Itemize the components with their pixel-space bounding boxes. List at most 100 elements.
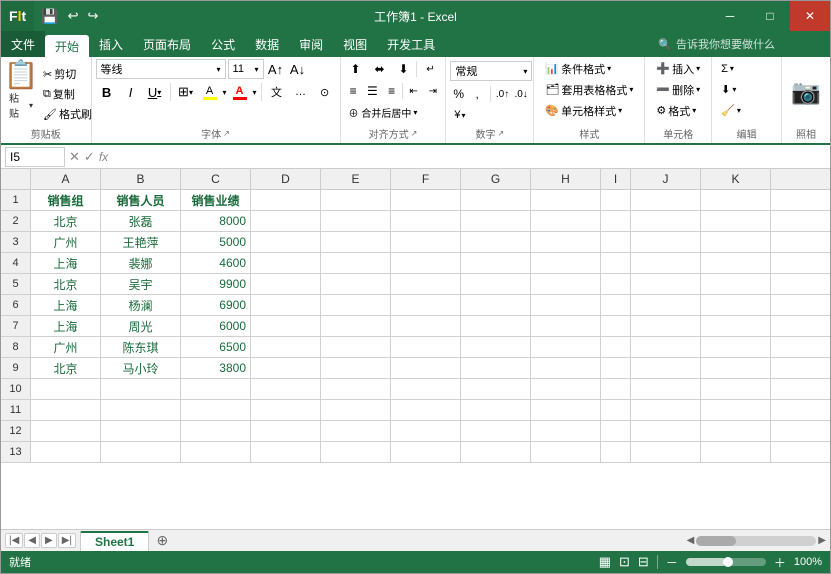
spreadsheet-cell[interactable]: [391, 274, 461, 294]
align-right-btn[interactable]: ≡: [383, 81, 400, 101]
spreadsheet-cell[interactable]: [531, 295, 601, 315]
delete-cells-btn[interactable]: ➖删除▾: [649, 80, 707, 99]
spreadsheet-cell[interactable]: [461, 253, 531, 273]
spreadsheet-cell[interactable]: [251, 421, 321, 441]
spreadsheet-cell[interactable]: 6000: [181, 316, 251, 336]
number-group-expand[interactable]: ↗: [498, 129, 505, 138]
spreadsheet-cell[interactable]: [601, 274, 631, 294]
camera-btn[interactable]: 📷: [786, 73, 826, 112]
add-sheet-btn[interactable]: ⊕: [152, 531, 172, 551]
align-center-btn[interactable]: ☰: [364, 81, 381, 101]
spreadsheet-cell[interactable]: 裴娜: [101, 253, 181, 273]
cancel-formula-icon[interactable]: ✕: [69, 149, 80, 165]
spreadsheet-cell[interactable]: [631, 190, 701, 210]
spreadsheet-cell[interactable]: [701, 274, 771, 294]
tab-file[interactable]: 文件: [1, 31, 45, 57]
spreadsheet-cell[interactable]: [101, 421, 181, 441]
spreadsheet-cell[interactable]: [251, 274, 321, 294]
row-number[interactable]: 2: [1, 211, 31, 231]
spreadsheet-cell[interactable]: [701, 232, 771, 252]
spreadsheet-cell[interactable]: [251, 337, 321, 357]
spreadsheet-cell[interactable]: [701, 211, 771, 231]
spreadsheet-cell[interactable]: [531, 274, 601, 294]
sheet-scroll-prev[interactable]: ◀: [24, 533, 40, 548]
confirm-formula-icon[interactable]: ✓: [84, 149, 95, 165]
row-number[interactable]: 1: [1, 190, 31, 210]
spreadsheet-cell[interactable]: [701, 316, 771, 336]
conditional-format-btn[interactable]: 📊条件格式▾: [540, 59, 638, 78]
tab-data[interactable]: 数据: [245, 31, 289, 57]
undo-quick-btn[interactable]: ↩: [65, 6, 82, 26]
spreadsheet-cell[interactable]: 8000: [181, 211, 251, 231]
cut-button[interactable]: ✂ 剪切: [39, 65, 96, 83]
align-top-btn[interactable]: ⬆: [345, 59, 367, 79]
spreadsheet-cell[interactable]: [461, 316, 531, 336]
spreadsheet-cell[interactable]: [321, 337, 391, 357]
col-header-E[interactable]: E: [321, 169, 391, 189]
border-button[interactable]: ⊞▾: [175, 81, 197, 103]
spreadsheet-cell[interactable]: [531, 421, 601, 441]
redo-quick-btn[interactable]: ↪: [84, 6, 101, 26]
spreadsheet-cell[interactable]: [251, 295, 321, 315]
row-number[interactable]: 5: [1, 274, 31, 294]
table-format-btn[interactable]: 🗂套用表格格式▾: [540, 80, 638, 99]
more-font-btn[interactable]: …: [290, 81, 312, 103]
spreadsheet-cell[interactable]: [531, 442, 601, 462]
view-layout-btn[interactable]: ⊡: [619, 554, 630, 570]
sheet-scroll-next[interactable]: ▶: [41, 533, 57, 548]
col-header-A[interactable]: A: [31, 169, 101, 189]
spreadsheet-cell[interactable]: 6500: [181, 337, 251, 357]
spreadsheet-cell[interactable]: [631, 274, 701, 294]
spreadsheet-cell[interactable]: [531, 190, 601, 210]
cell-reference-box[interactable]: I5: [5, 147, 65, 167]
spreadsheet-cell[interactable]: [251, 232, 321, 252]
wrap-text-btn[interactable]: ↵: [419, 59, 441, 79]
spreadsheet-cell[interactable]: [461, 400, 531, 420]
spreadsheet-cell[interactable]: [391, 400, 461, 420]
spreadsheet-cell[interactable]: 9900: [181, 274, 251, 294]
spreadsheet-cell[interactable]: [321, 295, 391, 315]
row-number[interactable]: 4: [1, 253, 31, 273]
spreadsheet-cell[interactable]: [701, 400, 771, 420]
spreadsheet-cell[interactable]: 周光: [101, 316, 181, 336]
spreadsheet-cell[interactable]: [31, 421, 101, 441]
row-number[interactable]: 10: [1, 379, 31, 399]
font-size-dropdown[interactable]: 11 ▾: [228, 59, 264, 79]
ribbon-search-box[interactable]: 告诉我你想要做什么: [676, 36, 775, 52]
spreadsheet-cell[interactable]: [321, 442, 391, 462]
col-header-J[interactable]: J: [631, 169, 701, 189]
formula-input[interactable]: [112, 147, 826, 167]
spreadsheet-cell[interactable]: [601, 358, 631, 378]
zoom-slider[interactable]: [686, 558, 766, 566]
spreadsheet-cell[interactable]: [601, 400, 631, 420]
spreadsheet-cell[interactable]: [391, 295, 461, 315]
view-break-btn[interactable]: ⊟: [638, 554, 649, 570]
spreadsheet-cell[interactable]: [701, 442, 771, 462]
maximize-btn[interactable]: □: [750, 1, 790, 31]
tab-formulas[interactable]: 公式: [201, 31, 245, 57]
spreadsheet-cell[interactable]: [461, 421, 531, 441]
spreadsheet-cell[interactable]: [531, 316, 601, 336]
spreadsheet-cell[interactable]: [461, 232, 531, 252]
row-number[interactable]: 13: [1, 442, 31, 462]
spreadsheet-cell[interactable]: 销售业绩: [181, 190, 251, 210]
underline-button[interactable]: U ▾: [144, 81, 166, 103]
spreadsheet-cell[interactable]: [601, 211, 631, 231]
number-format-dropdown[interactable]: 常规 ▾: [450, 61, 532, 81]
spreadsheet-cell[interactable]: [631, 232, 701, 252]
spreadsheet-cell[interactable]: 张磊: [101, 211, 181, 231]
spreadsheet-cell[interactable]: 陈东琪: [101, 337, 181, 357]
spreadsheet-cell[interactable]: [321, 358, 391, 378]
spreadsheet-cell[interactable]: [701, 190, 771, 210]
sum-btn[interactable]: Σ▾: [716, 59, 777, 78]
spreadsheet-cell[interactable]: [631, 253, 701, 273]
spreadsheet-cell[interactable]: 北京: [31, 211, 101, 231]
zoom-out-btn[interactable]: －: [666, 554, 678, 571]
spreadsheet-cell[interactable]: [251, 379, 321, 399]
spreadsheet-cell[interactable]: 上海: [31, 295, 101, 315]
spreadsheet-cell[interactable]: [631, 379, 701, 399]
format-cells-btn[interactable]: ⚙格式▾: [649, 101, 707, 120]
cell-styles-btn[interactable]: 🎨单元格样式▾: [540, 101, 638, 120]
spreadsheet-cell[interactable]: 马小玲: [101, 358, 181, 378]
spreadsheet-cell[interactable]: 北京: [31, 274, 101, 294]
